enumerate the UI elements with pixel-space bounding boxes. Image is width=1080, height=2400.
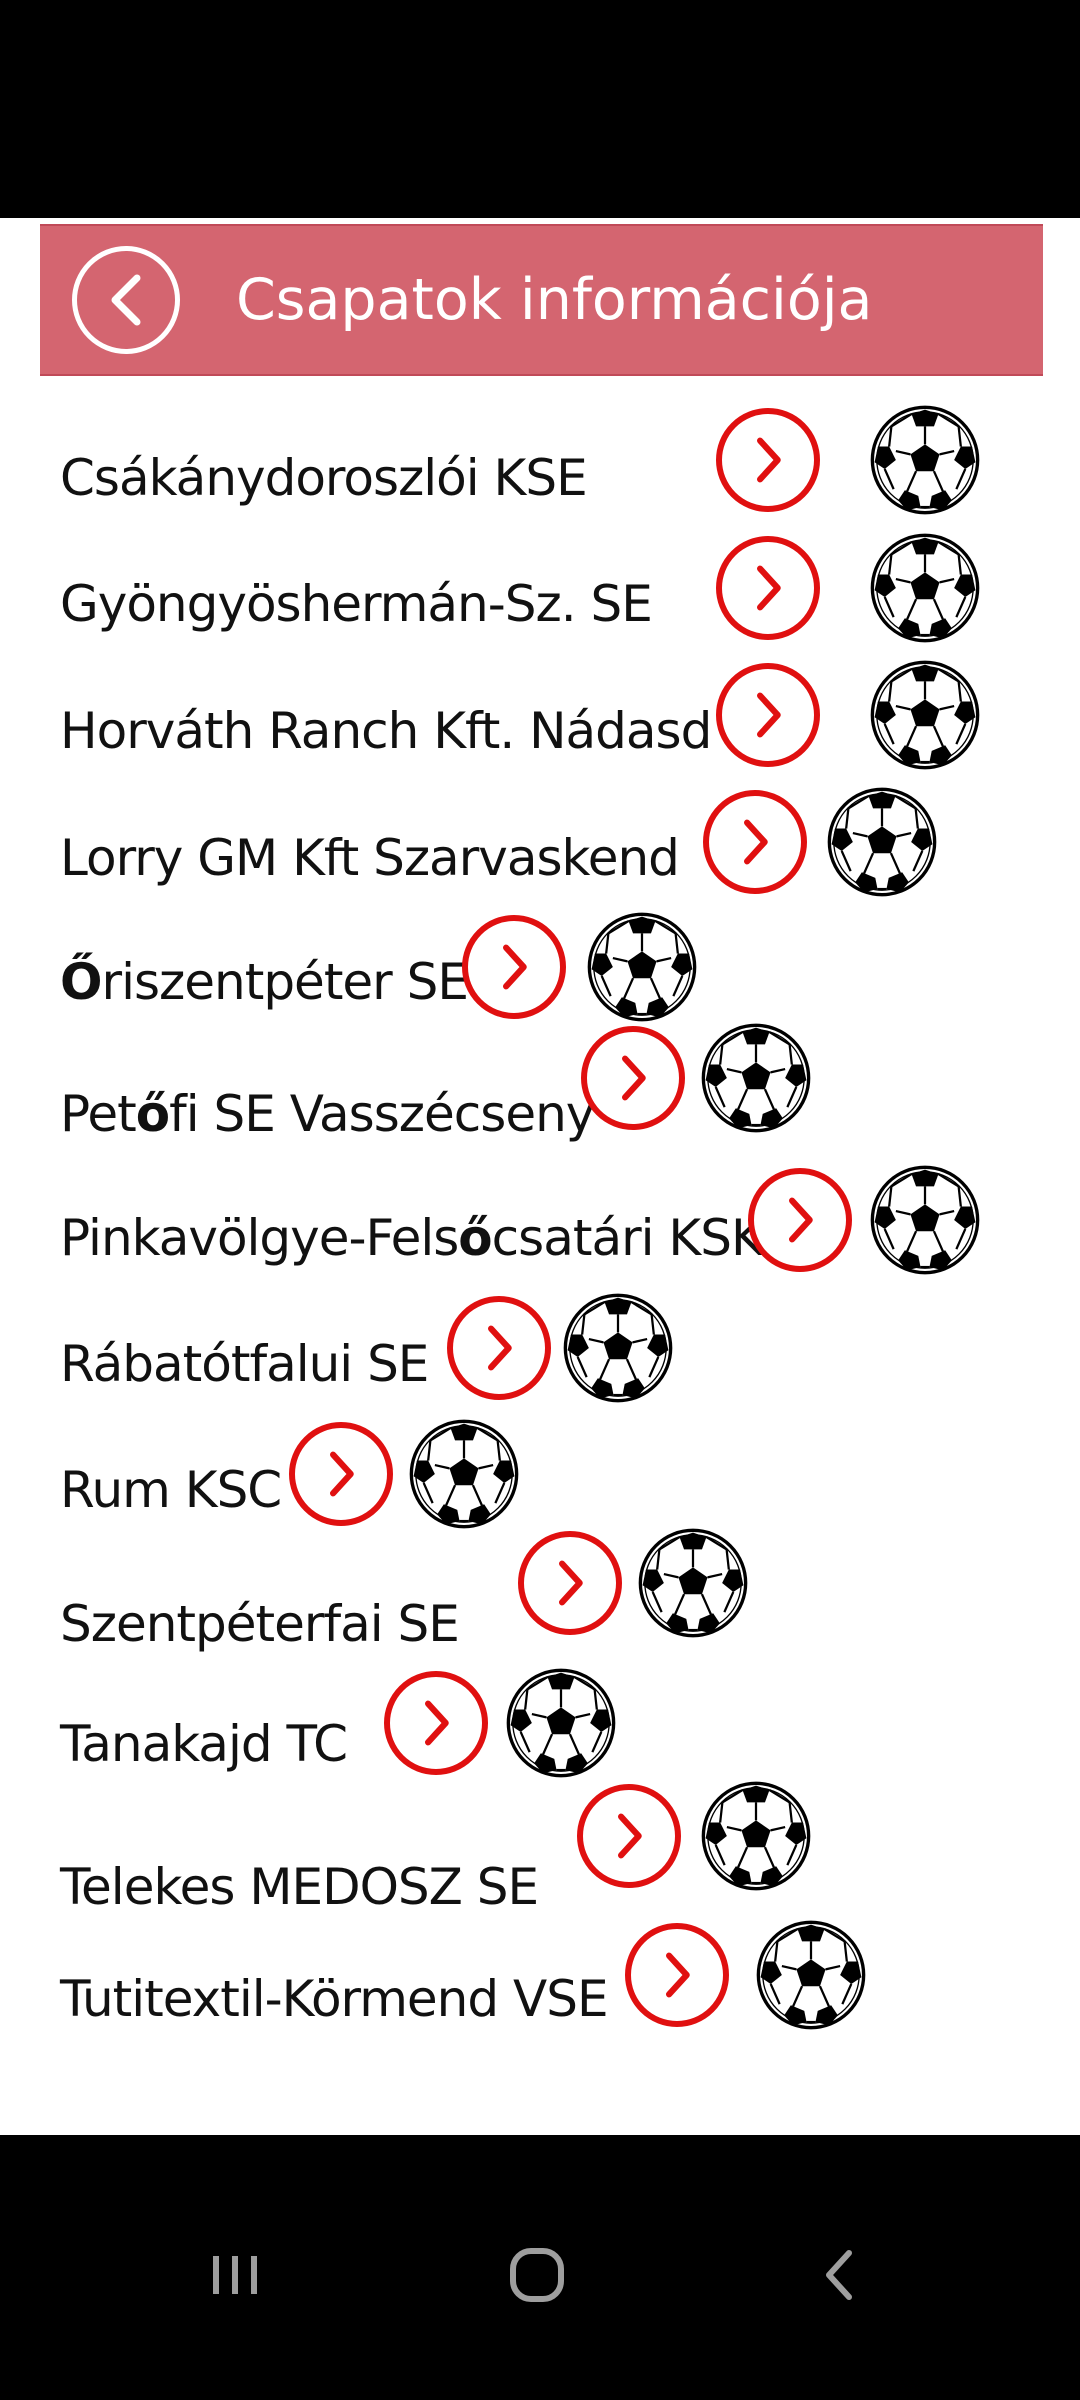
- team-name-part: ő: [135, 1085, 170, 1143]
- chevron-right-icon: [330, 1451, 354, 1497]
- open-team-button[interactable]: [716, 536, 820, 640]
- recent-apps-icon: [213, 2256, 257, 2294]
- chevron-right-icon: [503, 944, 527, 990]
- team-name-part: Szentpéterfai SE: [60, 1595, 460, 1653]
- recent-apps-button[interactable]: [175, 2235, 295, 2315]
- team-name-part: Pet: [60, 1085, 137, 1143]
- team-name: Petőfi SE Vasszécseny: [60, 1054, 595, 1174]
- open-team-button[interactable]: [384, 1671, 488, 1775]
- team-name-part: riszentpéter SE: [101, 953, 469, 1011]
- soccer-ball-icon[interactable]: [700, 1780, 812, 1892]
- team-name: Telekes MEDOSZ SE: [60, 1827, 539, 1947]
- team-name-part: Pinkavölgye-Fels: [60, 1209, 459, 1267]
- open-team-button[interactable]: [462, 915, 566, 1019]
- open-team-button[interactable]: [748, 1168, 852, 1272]
- open-team-button[interactable]: [447, 1296, 551, 1400]
- team-name: Őriszentpéter SE: [60, 922, 469, 1042]
- home-icon: [510, 2248, 564, 2302]
- team-name: Szentpéterfai SE: [60, 1564, 460, 1684]
- team-name: Lorry GM Kft Szarvaskend: [60, 798, 680, 918]
- soccer-ball-icon[interactable]: [755, 1919, 867, 2031]
- open-team-button[interactable]: [625, 1923, 729, 2027]
- open-team-button[interactable]: [577, 1784, 681, 1888]
- back-nav-button[interactable]: [780, 2235, 900, 2315]
- team-name-part: ő: [458, 1209, 492, 1267]
- team-name: Horváth Ranch Kft. Nádasd: [60, 671, 712, 791]
- chevron-right-icon: [622, 1055, 646, 1101]
- team-name: Rábatótfalui SE: [60, 1304, 429, 1424]
- team-name-part: Ő: [60, 953, 103, 1011]
- chevron-right-icon: [757, 565, 781, 611]
- chevron-right-icon: [666, 1952, 690, 1998]
- soccer-ball-icon[interactable]: [869, 1164, 981, 1276]
- open-team-button[interactable]: [703, 790, 807, 894]
- soccer-ball-icon[interactable]: [562, 1292, 674, 1404]
- team-name-part: Csákánydoroszlói KSE: [60, 449, 588, 507]
- team-name-part: Horváth Ranch Kft. Nádasd: [60, 702, 712, 760]
- team-name-part: Rábatótfalui SE: [60, 1335, 429, 1393]
- team-name: Rum KSC: [60, 1430, 282, 1550]
- team-row: Tutitextil-Körmend VSE: [0, 218, 1080, 2030]
- team-name-part: Rum KSC: [60, 1461, 282, 1519]
- team-name-part: Telekes MEDOSZ SE: [60, 1858, 539, 1916]
- chevron-right-icon: [559, 1560, 583, 1606]
- soccer-ball-icon[interactable]: [869, 532, 981, 644]
- soccer-ball-icon[interactable]: [826, 786, 938, 898]
- team-name: Pinkavölgye-Felsőcsatári KSK: [60, 1178, 764, 1298]
- chevron-right-icon: [425, 1700, 449, 1746]
- main-content: Csapatok információja Csákánydoroszlói K…: [0, 218, 1080, 2135]
- status-bar: [0, 0, 1080, 218]
- open-team-button[interactable]: [518, 1531, 622, 1635]
- back-icon: [826, 2250, 852, 2300]
- soccer-ball-icon[interactable]: [700, 1022, 812, 1134]
- home-button[interactable]: [477, 2235, 597, 2315]
- team-name-part: fi SE Vasszécseny: [169, 1085, 595, 1143]
- team-name-part: Gyöngyöshermán-Sz. SE: [60, 575, 653, 633]
- team-name-part: Tanakajd TC: [60, 1715, 348, 1773]
- open-team-button[interactable]: [581, 1026, 685, 1130]
- open-team-button[interactable]: [716, 408, 820, 512]
- navigation-bar: [0, 2135, 1080, 2400]
- team-name: Tutitextil-Körmend VSE: [60, 1939, 609, 2059]
- team-name: Gyöngyöshermán-Sz. SE: [60, 544, 653, 664]
- soccer-ball-icon[interactable]: [637, 1527, 749, 1639]
- chevron-right-icon: [757, 692, 781, 738]
- soccer-ball-icon[interactable]: [586, 911, 698, 1023]
- chevron-right-icon: [757, 437, 781, 483]
- soccer-ball-icon[interactable]: [869, 404, 981, 516]
- open-team-button[interactable]: [289, 1422, 393, 1526]
- chevron-right-icon: [488, 1325, 512, 1371]
- team-name: Csákánydoroszlói KSE: [60, 418, 588, 538]
- soccer-ball-icon[interactable]: [505, 1667, 617, 1779]
- team-name-part: csatári KSK: [491, 1209, 764, 1267]
- team-name: Tanakajd TC: [60, 1684, 348, 1804]
- open-team-button[interactable]: [716, 663, 820, 767]
- team-name-part: Lorry GM Kft Szarvaskend: [60, 829, 680, 887]
- soccer-ball-icon[interactable]: [408, 1418, 520, 1530]
- soccer-ball-icon[interactable]: [869, 659, 981, 771]
- chevron-right-icon: [744, 819, 768, 865]
- chevron-right-icon: [618, 1813, 642, 1859]
- chevron-right-icon: [789, 1197, 813, 1243]
- team-name-part: Tutitextil-Körmend VSE: [60, 1970, 609, 2028]
